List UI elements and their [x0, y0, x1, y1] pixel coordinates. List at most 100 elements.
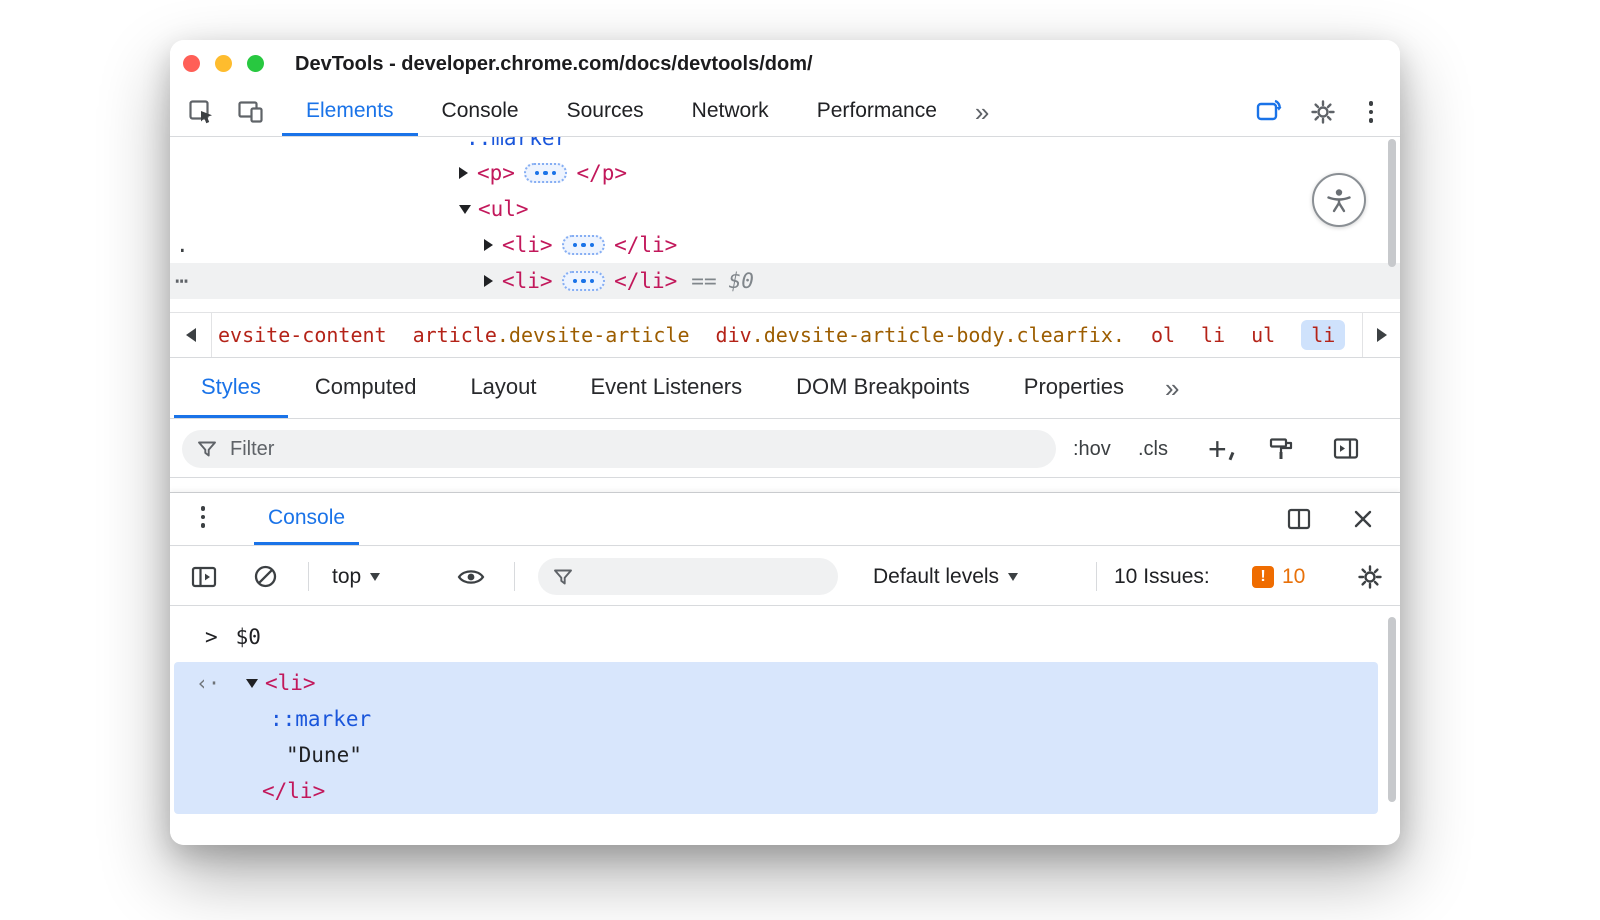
- crumb-devsite-content[interactable]: evsite-content: [218, 323, 387, 347]
- console-filter-input[interactable]: [586, 565, 824, 588]
- overflow-menu-icon[interactable]: [1362, 101, 1380, 123]
- elements-scrollbar[interactable]: [1388, 139, 1396, 267]
- filter-funnel-icon: [196, 438, 218, 460]
- console-filter-field[interactable]: [538, 558, 838, 595]
- equals-sign: ==: [691, 269, 716, 293]
- device-toolbar-icon[interactable]: [236, 97, 266, 127]
- new-style-rule-button[interactable]: +: [1208, 420, 1232, 478]
- sidebar-toggle-icon[interactable]: [1332, 420, 1360, 478]
- console-settings-gear-icon[interactable]: [1356, 547, 1384, 606]
- close-tag: </p>: [576, 161, 627, 185]
- drawer-header-icons: [1284, 493, 1378, 545]
- clipped-marker-pseudo[interactable]: ::marker: [466, 137, 567, 156]
- expand-arrow-icon[interactable]: [484, 275, 493, 287]
- console-result-block[interactable]: ‹· <li> ::marker "Dune" </li>: [174, 662, 1378, 814]
- live-expression-eye-icon[interactable]: [456, 547, 486, 606]
- accessibility-overlay-icon[interactable]: [1312, 173, 1366, 227]
- issues-count: 10: [1282, 565, 1305, 589]
- console-prompt-icon: >: [205, 625, 218, 649]
- tab-sources[interactable]: Sources: [543, 88, 668, 136]
- elements-tree: ::marker <p> </p> <ul> <li> </li> <li> <…: [170, 137, 1400, 312]
- chevron-down-icon: [370, 573, 380, 581]
- styles-filter-input[interactable]: [230, 438, 1042, 461]
- clear-console-icon[interactable]: [252, 547, 279, 606]
- issues-label[interactable]: 10 Issues:: [1114, 547, 1210, 606]
- more-panels-icon[interactable]: »: [961, 88, 1003, 136]
- split-panel-icon[interactable]: [1284, 504, 1314, 534]
- open-tag: <ul>: [478, 197, 529, 221]
- inline-expand-icon[interactable]: [524, 163, 568, 184]
- crumb-div[interactable]: div.devsite-article-body.clearfix.: [716, 323, 1125, 347]
- crumb-li[interactable]: li: [1201, 323, 1225, 347]
- more-style-tabs-icon[interactable]: »: [1151, 359, 1193, 418]
- filter-funnel-icon: [552, 566, 574, 588]
- tab-console[interactable]: Console: [418, 88, 543, 136]
- result-marker-pseudo: ::marker: [270, 701, 371, 737]
- inspect-element-icon[interactable]: [186, 97, 216, 127]
- tree-node-li[interactable]: <li> </li>: [170, 227, 1400, 263]
- tab-styles[interactable]: Styles: [174, 359, 288, 418]
- close-tag: </li>: [614, 233, 677, 257]
- tab-event-listeners[interactable]: Event Listeners: [564, 359, 770, 418]
- open-tag: <li>: [502, 269, 553, 293]
- console-command-text: $0: [236, 625, 261, 649]
- tree-node-p[interactable]: <p> </p>: [170, 155, 1400, 191]
- tab-performance[interactable]: Performance: [793, 88, 961, 136]
- drawer-tab-console[interactable]: Console: [254, 493, 359, 545]
- zoom-window-button[interactable]: [247, 55, 264, 72]
- styles-pane-tabs: Styles Computed Layout Event Listeners D…: [170, 359, 1400, 419]
- execution-context-dropdown[interactable]: top: [332, 547, 380, 606]
- result-close-tag: </li>: [262, 779, 325, 803]
- console-scrollbar[interactable]: [1388, 617, 1396, 802]
- toggle-class-button[interactable]: .cls: [1138, 420, 1168, 478]
- sync-icon[interactable]: [1254, 97, 1284, 127]
- paint-roller-icon[interactable]: [1268, 420, 1296, 478]
- crumb-li-selected[interactable]: li: [1301, 320, 1345, 350]
- console-toolbar: top Default levels 10 Issues: ! 10: [170, 547, 1400, 606]
- crumb-ul[interactable]: ul: [1251, 323, 1275, 347]
- gutter-dot: .: [176, 227, 189, 263]
- console-drawer-header: Console: [170, 492, 1400, 546]
- expand-arrow-icon[interactable]: [484, 239, 493, 251]
- open-tag: <li>: [502, 233, 553, 257]
- tree-node-li-selected[interactable]: <li> </li> == $0: [170, 263, 1400, 299]
- collapse-arrow-icon[interactable]: [459, 205, 471, 214]
- inline-expand-icon[interactable]: [562, 235, 606, 256]
- close-tag: </li>: [614, 269, 677, 293]
- styles-filter-field[interactable]: [182, 430, 1056, 468]
- expand-arrow-icon[interactable]: [459, 167, 468, 179]
- toolbar-right-icons: [1254, 88, 1380, 136]
- issues-counter[interactable]: ! 10: [1252, 547, 1305, 606]
- window-title: DevTools - developer.chrome.com/docs/dev…: [295, 40, 813, 88]
- breadcrumb-prev-icon[interactable]: [170, 313, 212, 357]
- tab-computed[interactable]: Computed: [288, 359, 444, 418]
- log-levels-dropdown[interactable]: Default levels: [873, 547, 1018, 606]
- tab-elements[interactable]: Elements: [282, 88, 418, 136]
- dollar-zero-ref: $0: [729, 269, 754, 293]
- result-open-tag: <li>: [265, 671, 316, 695]
- toggle-hover-state-button[interactable]: :hov: [1073, 420, 1111, 478]
- new-rule-caret: [1228, 452, 1233, 460]
- inline-expand-icon[interactable]: [562, 271, 606, 292]
- tab-properties[interactable]: Properties: [997, 359, 1151, 418]
- result-close-tag-row: </li>: [262, 773, 325, 809]
- result-text-value: "Dune": [286, 737, 362, 773]
- tab-dom-breakpoints[interactable]: DOM Breakpoints: [769, 359, 997, 418]
- collapse-arrow-icon[interactable]: [246, 679, 258, 688]
- close-drawer-icon[interactable]: [1348, 504, 1378, 534]
- crumb-ol[interactable]: ol: [1151, 323, 1175, 347]
- settings-gear-icon[interactable]: [1308, 97, 1338, 127]
- tab-layout[interactable]: Layout: [443, 359, 563, 418]
- crumb-article[interactable]: article.devsite-article: [413, 323, 690, 347]
- tree-node-ul[interactable]: <ul>: [170, 191, 1400, 227]
- tab-network[interactable]: Network: [668, 88, 793, 136]
- console-command-row: > $0: [170, 619, 261, 655]
- open-tag: <p>: [477, 161, 515, 185]
- console-sidebar-icon[interactable]: [190, 547, 218, 606]
- breadcrumb-next-icon[interactable]: [1362, 313, 1400, 357]
- close-window-button[interactable]: [183, 55, 200, 72]
- result-open-tag-row: <li>: [246, 665, 316, 701]
- minimize-window-button[interactable]: [215, 55, 232, 72]
- dom-breadcrumb-bar: evsite-content article.devsite-article d…: [170, 312, 1400, 358]
- drawer-menu-icon[interactable]: [194, 506, 212, 528]
